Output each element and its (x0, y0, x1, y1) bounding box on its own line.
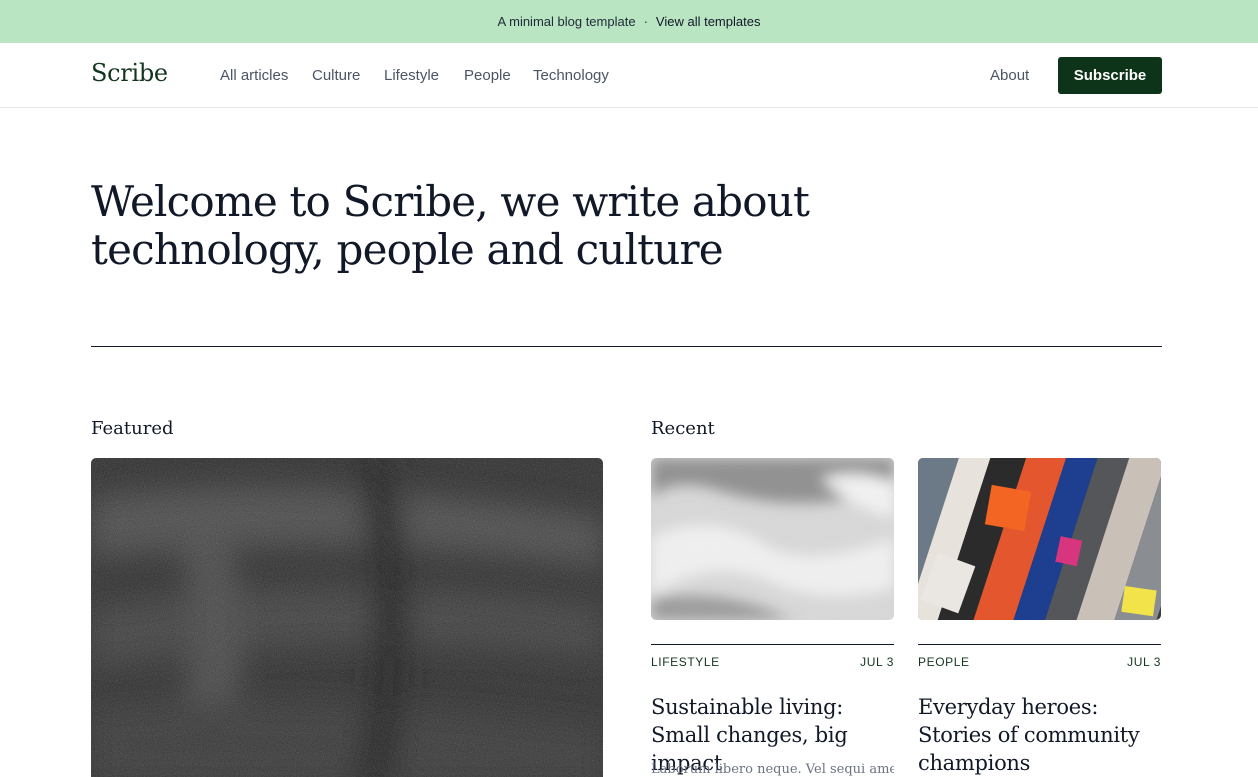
hero-line-1: Welcome to Scribe, we write about (91, 177, 810, 226)
nav-culture[interactable]: Culture (312, 67, 360, 84)
recent-card-1-meta: LIFESTYLE JUL 3 (651, 655, 894, 669)
recent-card-1-date: JUL 3 (860, 655, 894, 669)
recent-card-1-divider (651, 644, 894, 645)
featured-article-image[interactable] (91, 458, 603, 777)
nav-lifestyle[interactable]: Lifestyle (384, 67, 439, 84)
hero-heading: Welcome to Scribe, we write about techno… (91, 178, 851, 274)
painted-strokes-graphic (918, 458, 1161, 620)
nav-people[interactable]: People (464, 67, 511, 84)
nav-all-articles[interactable]: All articles (220, 67, 288, 84)
recent-card-1-image[interactable] (651, 458, 894, 620)
leaf-shadow-graphic (651, 458, 894, 620)
site-header: Scribe All articles Culture Lifestyle Pe… (0, 43, 1258, 108)
recent-card-2-divider (918, 644, 1161, 645)
hero-divider (91, 346, 1162, 347)
featured-heading: Featured (91, 418, 174, 439)
view-all-templates-link[interactable]: View all templates (656, 14, 761, 29)
recent-card-2-title[interactable]: Everyday heroes: Stories of community ch… (918, 693, 1163, 777)
recent-card-2-meta: PEOPLE JUL 3 (918, 655, 1161, 669)
announcement-banner: A minimal blog template · View all templ… (0, 0, 1258, 43)
banner-separator: · (643, 14, 648, 29)
recent-card-2-category[interactable]: PEOPLE (918, 655, 970, 669)
featured-texture-graphic (91, 458, 603, 777)
recent-card-1-category[interactable]: LIFESTYLE (651, 655, 720, 669)
subscribe-button[interactable]: Subscribe (1058, 57, 1162, 94)
site-logo[interactable]: Scribe (91, 59, 168, 87)
banner-text: A minimal blog template (497, 14, 636, 29)
recent-card-1-excerpt: Laborum libero neque. Vel sequi amet (651, 762, 894, 777)
hero-line-2: technology, people and culture (91, 225, 724, 274)
nav-technology[interactable]: Technology (533, 67, 609, 84)
recent-card-2-date: JUL 3 (1127, 655, 1161, 669)
recent-heading: Recent (651, 418, 715, 439)
nav-about[interactable]: About (990, 67, 1029, 84)
recent-card-2-image[interactable] (918, 458, 1161, 620)
